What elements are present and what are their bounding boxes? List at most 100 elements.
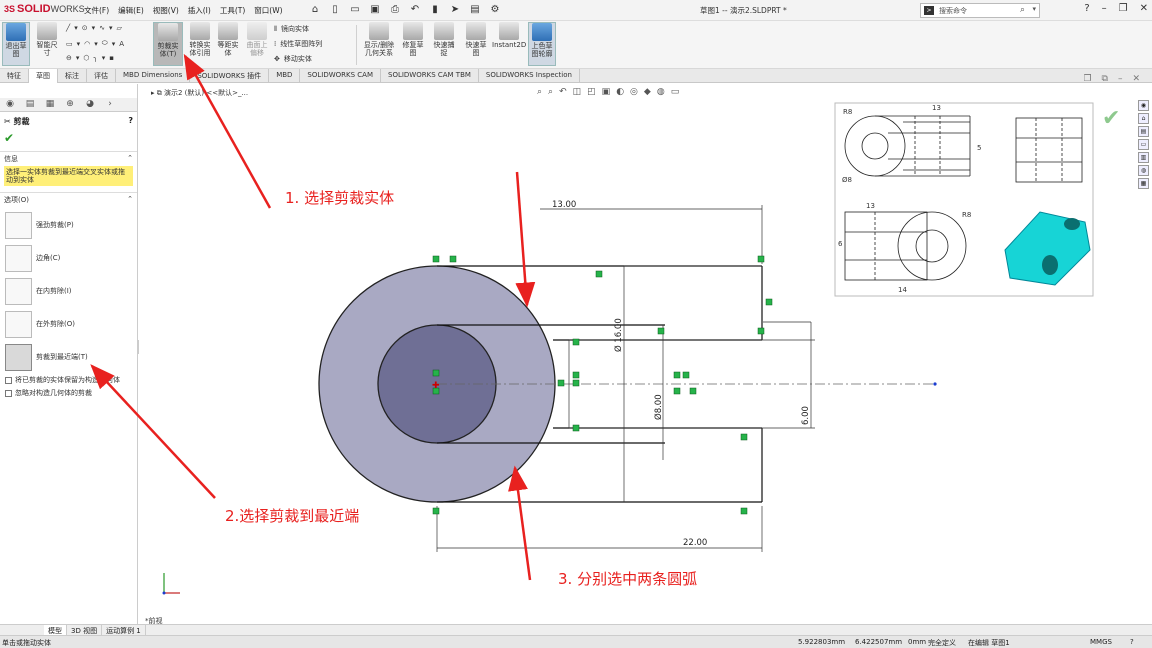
- graphics-area[interactable]: ▸ ⧉ 演示2 (默认) <<默认>_... ⌕ ⌕ ↶ ◫ ◰ ▣ ◐ ◎ ◆…: [139, 74, 1152, 625]
- confirmation-corner-check-icon[interactable]: ✔: [1102, 106, 1120, 131]
- collapse-icon-2[interactable]: ⌃: [127, 195, 133, 205]
- rebuild-icon[interactable]: ▮: [428, 3, 442, 16]
- view-orientation-icon[interactable]: ▣: [602, 87, 611, 97]
- rapid-sketch-button[interactable]: 快速草 图: [462, 22, 490, 57]
- tab-markup[interactable]: 标注: [58, 69, 87, 83]
- dropdown-icon-5[interactable]: ▾: [94, 40, 98, 48]
- section-view-icon[interactable]: ◫: [573, 87, 582, 97]
- home-icon[interactable]: ⌂: [308, 3, 322, 16]
- repair-sketch-button[interactable]: 修复草 图: [400, 22, 426, 57]
- apply-scene-icon[interactable]: ◍: [657, 87, 665, 97]
- select-icon[interactable]: ➤: [448, 3, 462, 16]
- previous-view-icon[interactable]: ↶: [559, 87, 567, 97]
- viewport-restore-icon[interactable]: ❐: [1083, 74, 1091, 84]
- circle-icon[interactable]: ⊙: [82, 24, 88, 32]
- tab-3d-views[interactable]: 3D 视图: [67, 625, 103, 635]
- tab-mbd[interactable]: MBD: [269, 69, 301, 83]
- arc-icon[interactable]: ◠: [84, 40, 90, 48]
- open-folder-icon[interactable]: ▭: [348, 3, 362, 16]
- convert-entities-button[interactable]: 转换实 体引用: [186, 22, 214, 57]
- dimxpert-tab-icon[interactable]: ⊕: [60, 98, 80, 111]
- dropdown-icon-6[interactable]: ▾: [112, 40, 116, 48]
- print-icon[interactable]: ⎙: [388, 3, 402, 16]
- undo-icon[interactable]: ↶: [408, 3, 422, 16]
- tab-mbd-dimensions[interactable]: MBD Dimensions: [116, 69, 191, 83]
- appearances-icon[interactable]: ▥: [1138, 152, 1149, 163]
- tab-inspection[interactable]: SOLIDWORKS Inspection: [479, 69, 580, 83]
- exit-sketch-button[interactable]: 退出草 图: [2, 22, 30, 66]
- options-section-header[interactable]: 选项(O) ⌃: [0, 192, 137, 207]
- offset-on-surface-button[interactable]: 曲面上 偏移: [243, 22, 271, 57]
- help-icon[interactable]: ?: [1084, 3, 1089, 14]
- option-trim-away-inside[interactable]: 在内剪除(I): [0, 276, 137, 306]
- zoom-to-fit-icon[interactable]: ⌕: [537, 87, 542, 97]
- save-icon[interactable]: ▣: [368, 3, 382, 16]
- shaded-sketch-contours-button[interactable]: 上色草 图轮廓: [528, 22, 556, 66]
- menu-view[interactable]: 视图(V): [153, 5, 179, 16]
- menu-window[interactable]: 窗口(W): [254, 5, 282, 16]
- options-gear-icon[interactable]: ⚙: [488, 3, 502, 16]
- tab-evaluate[interactable]: 评估: [87, 69, 116, 83]
- menu-tools[interactable]: 工具(T): [220, 5, 245, 16]
- text-icon[interactable]: A: [119, 40, 124, 48]
- tab-addins[interactable]: SOLIDWORKS 插件: [190, 69, 270, 83]
- dropdown-icon-8[interactable]: ▾: [102, 54, 106, 62]
- feature-manager-tab-icon[interactable]: ◉: [0, 98, 20, 111]
- dropdown-icon-2[interactable]: ▾: [92, 24, 96, 32]
- mirror-entities-button[interactable]: ⫴ 镜向实体: [274, 24, 309, 34]
- dropdown-icon-3[interactable]: ▾: [109, 24, 113, 32]
- move-entities-button[interactable]: ✥ 移动实体: [274, 54, 312, 64]
- dropdown-icon[interactable]: ▾: [74, 24, 78, 32]
- option-corner[interactable]: 边角(C): [0, 243, 137, 273]
- minimize-button[interactable]: –: [1102, 3, 1107, 14]
- viewport-tile-icon[interactable]: ⧉: [1102, 74, 1108, 84]
- menu-insert[interactable]: 插入(I): [188, 5, 211, 16]
- custom-properties-icon[interactable]: ◍: [1138, 165, 1149, 176]
- search-commands-input[interactable]: > 搜索命令 ⌕ ▾: [920, 3, 1040, 18]
- option-trim-to-closest[interactable]: 剪裁到最近端(T): [0, 342, 137, 372]
- fillet-icon[interactable]: ╮: [94, 54, 98, 62]
- option-power-trim[interactable]: 强劲剪裁(P): [0, 210, 137, 240]
- linear-pattern-button[interactable]: ⁞ 线性草图阵列: [274, 39, 322, 49]
- status-units[interactable]: MMGS: [1090, 638, 1112, 646]
- viewport-close-icon[interactable]: ✕: [1132, 74, 1140, 84]
- point-icon[interactable]: ▪: [109, 54, 114, 62]
- solidworks-logo[interactable]: 3S SOLIDWORKS: [4, 3, 85, 15]
- edit-appearance-icon[interactable]: ◆: [644, 87, 651, 97]
- solidworks-resources-icon[interactable]: ◉: [1138, 100, 1149, 111]
- close-button[interactable]: ✕: [1140, 3, 1148, 14]
- line-icon[interactable]: ╱: [66, 24, 70, 32]
- new-document-icon[interactable]: ▯: [328, 3, 342, 16]
- dropdown-icon-4[interactable]: ▾: [77, 40, 81, 48]
- expand-tabs-icon[interactable]: ›: [100, 98, 120, 111]
- offset-entities-button[interactable]: 等距实 体: [215, 22, 241, 57]
- tab-model[interactable]: 模型: [44, 625, 67, 635]
- zoom-area-icon[interactable]: ⌕: [548, 87, 553, 97]
- rectangle-icon[interactable]: ▭: [66, 40, 73, 48]
- configuration-manager-tab-icon[interactable]: ▦: [40, 98, 60, 111]
- menu-edit[interactable]: 编辑(E): [118, 5, 144, 16]
- collapse-icon[interactable]: ⌃: [127, 154, 133, 164]
- chevron-down-icon[interactable]: ▾: [1032, 5, 1036, 13]
- display-style-icon[interactable]: ◐: [616, 87, 624, 97]
- tab-sketch[interactable]: 草图: [29, 69, 58, 83]
- scenes-icon[interactable]: ▦: [1138, 178, 1149, 189]
- polygon-icon[interactable]: ⬡: [83, 54, 89, 62]
- tab-cam-tbm[interactable]: SOLIDWORKS CAM TBM: [381, 69, 479, 83]
- spline-icon[interactable]: ∿: [99, 24, 105, 32]
- search-icon[interactable]: ⌕: [1020, 5, 1025, 15]
- ellipse-icon[interactable]: ⬭: [102, 39, 108, 48]
- file-explorer-icon[interactable]: ▤: [1138, 126, 1149, 137]
- design-library-icon[interactable]: ⌂: [1138, 113, 1149, 124]
- plane-icon[interactable]: ▱: [117, 24, 122, 32]
- tab-features[interactable]: 特征: [0, 69, 29, 83]
- smart-dimension-button[interactable]: 智能尺 寸: [32, 22, 62, 57]
- help-tooltip-icon[interactable]: ?: [1130, 638, 1134, 646]
- quick-snaps-button[interactable]: 快速捕 捉: [430, 22, 458, 57]
- menu-file[interactable]: 文件(F): [84, 5, 109, 16]
- tab-cam[interactable]: SOLIDWORKS CAM: [300, 69, 381, 83]
- hide-show-icon[interactable]: ◎: [630, 87, 638, 97]
- file-properties-icon[interactable]: ▤: [468, 3, 482, 16]
- dropdown-icon-7[interactable]: ▾: [76, 54, 80, 62]
- tab-motion-study[interactable]: 运动算例 1: [102, 625, 146, 635]
